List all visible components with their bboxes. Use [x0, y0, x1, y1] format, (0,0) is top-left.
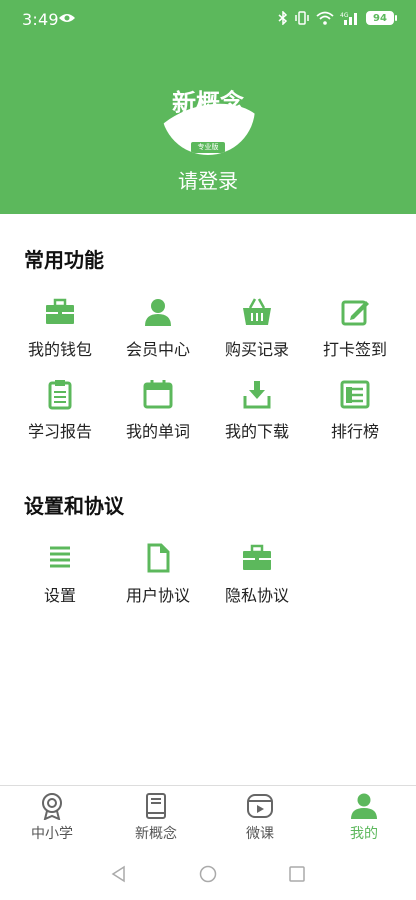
settings-section-title: 设置和协议: [24, 494, 124, 518]
tab-micro-course-label: 微课: [246, 826, 274, 842]
tab-new-concept-label: 新概念: [135, 826, 177, 842]
checkin-label: 打卡签到: [322, 340, 387, 359]
download-icon: [243, 381, 271, 409]
my-words-button[interactable]: 我的单词: [108, 378, 208, 446]
status-time: 3:49: [22, 10, 59, 29]
tab-mine[interactable]: 我的: [312, 792, 416, 846]
eye-icon: [59, 14, 75, 22]
wallet-button[interactable]: 我的钱包: [10, 296, 110, 364]
purchase-records-button[interactable]: 购买记录: [207, 296, 307, 364]
study-report-label: 学习报告: [27, 422, 92, 441]
bottom-tab-bar: 中小学 新概念 微课 我的: [0, 785, 416, 847]
document-icon: [147, 543, 170, 573]
tab-micro-course[interactable]: 微课: [208, 792, 312, 846]
wallet-icon: [46, 298, 74, 324]
tab-primary-school[interactable]: 中小学: [0, 792, 104, 846]
privacy-agreement-label: 隐私协议: [224, 586, 289, 605]
vibrate-icon: [295, 11, 309, 25]
briefcase-icon: [243, 544, 271, 570]
tab-mine-label: 我的: [350, 826, 378, 842]
back-icon[interactable]: [110, 865, 128, 883]
battery-indicator: 94: [366, 11, 397, 25]
profile-page: 3:49 4G 94 新概念 专业版 请登录 常用功能 我的钱包 会员中心 购买…: [0, 0, 416, 900]
home-icon[interactable]: [199, 865, 217, 883]
tab-primary-school-label: 中小学: [31, 826, 73, 842]
user-agreement-label: 用户协议: [125, 586, 190, 605]
privacy-agreement-button[interactable]: 隐私协议: [207, 542, 307, 610]
ranking-icon: [340, 380, 370, 409]
logo-text: 新概念: [172, 89, 244, 117]
wifi-icon: [316, 11, 334, 25]
login-button[interactable]: 请登录: [0, 165, 416, 194]
video-icon: [247, 794, 273, 818]
member-icon: [145, 299, 171, 326]
basket-icon: [243, 298, 271, 325]
my-downloads-label: 我的下载: [224, 422, 289, 441]
recents-icon[interactable]: [288, 865, 306, 883]
user-agreement-button[interactable]: 用户协议: [108, 542, 208, 610]
common-functions-title: 常用功能: [24, 248, 104, 272]
settings-button[interactable]: 设置: [10, 542, 110, 610]
report-clipboard-icon: [48, 380, 72, 410]
purchase-records-label: 购买记录: [224, 340, 289, 359]
ranking-button[interactable]: 排行榜: [305, 378, 405, 446]
tab-new-concept[interactable]: 新概念: [104, 792, 208, 846]
bluetooth-icon: [278, 11, 288, 25]
wallet-label: 我的钱包: [27, 340, 92, 359]
profile-header: 3:49 4G 94 新概念 专业版 请登录: [0, 0, 416, 214]
checkin-button[interactable]: 打卡签到: [305, 296, 405, 364]
status-icons: 4G 94: [278, 11, 397, 25]
system-navigation-bar: [0, 847, 416, 900]
member-center-label: 会员中心: [125, 340, 190, 359]
svg-text:4G: 4G: [340, 12, 349, 19]
status-bar: 3:49 4G 94: [0, 0, 416, 38]
member-center-button[interactable]: 会员中心: [108, 296, 208, 364]
menu-lines-icon: [50, 546, 70, 568]
user-icon: [351, 793, 377, 819]
my-words-label: 我的单词: [125, 422, 190, 441]
app-logo[interactable]: 新概念 专业版: [161, 61, 255, 155]
settings-label: 设置: [43, 586, 76, 605]
study-report-button[interactable]: 学习报告: [10, 378, 110, 446]
checkin-edit-icon: [341, 300, 369, 326]
logo-tag: 专业版: [191, 142, 225, 153]
signal-icon: 4G: [340, 12, 357, 25]
my-downloads-button[interactable]: 我的下载: [207, 378, 307, 446]
ranking-label: 排行榜: [330, 422, 379, 441]
medal-icon: [42, 793, 62, 820]
book-icon: [146, 793, 166, 819]
calendar-icon: [143, 380, 173, 409]
